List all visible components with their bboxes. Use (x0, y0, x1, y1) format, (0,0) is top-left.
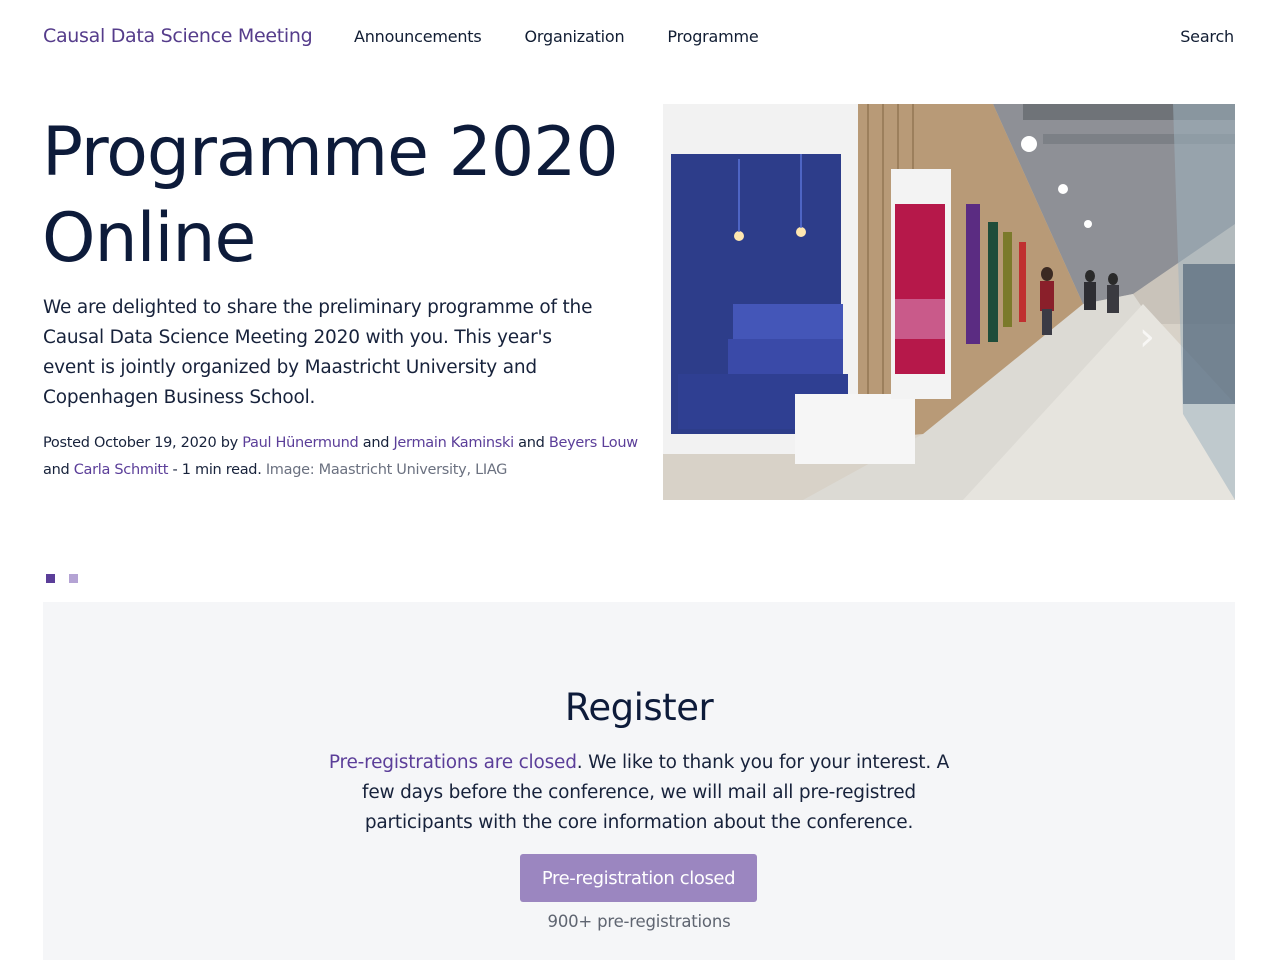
registration-count: 900+ pre-registrations (547, 912, 731, 931)
main-nav: Announcements Organization Programme (354, 27, 802, 46)
and-text: and (362, 435, 390, 451)
carousel-dot-2[interactable] (69, 574, 78, 583)
image-credit: Image: Maastricht University, LIAG (265, 462, 508, 478)
page-title-line2: Online (42, 199, 256, 278)
register-section: Register Pre-registrations are closed. W… (43, 602, 1235, 960)
posted-date: Posted October 19, 2020 by (43, 435, 238, 451)
nav-organization[interactable]: Organization (525, 27, 625, 46)
author-link[interactable]: Paul Hünermund (242, 435, 359, 451)
page-title: Programme 2020 Online (42, 110, 642, 282)
register-title: Register (564, 686, 714, 729)
post-meta: Posted October 19, 2020 by Paul Hünermun… (43, 430, 643, 484)
nav-announcements[interactable]: Announcements (354, 27, 482, 46)
author-link[interactable]: Beyers Louw (549, 435, 638, 451)
site-header: Causal Data Science Meeting Announcement… (0, 0, 1280, 75)
register-text: Pre-registrations are closed. We like to… (323, 748, 955, 838)
page-title-line1: Programme 2020 (42, 113, 619, 192)
author-link[interactable]: Jermain Kaminski (393, 435, 514, 451)
brand-link[interactable]: Causal Data Science Meeting (43, 25, 313, 47)
nav-programme[interactable]: Programme (667, 27, 758, 46)
read-time: - 1 min read. (172, 462, 262, 478)
and-text: and (43, 462, 70, 478)
carousel-indicators (46, 574, 78, 583)
corridor-illustration (663, 104, 1235, 500)
carousel-dot-1[interactable] (46, 574, 55, 583)
carousel-next-arrow[interactable]: › (1139, 314, 1155, 360)
hero-description: We are delighted to share the preliminar… (43, 297, 593, 408)
search-link[interactable]: Search (1180, 27, 1234, 46)
and-text: and (518, 435, 545, 451)
pre-registration-link[interactable]: Pre-registrations are closed (329, 752, 577, 773)
author-link[interactable]: Carla Schmitt (74, 462, 169, 478)
pre-registration-button[interactable]: Pre-registration closed (520, 854, 757, 902)
hero-image: › (663, 104, 1235, 500)
